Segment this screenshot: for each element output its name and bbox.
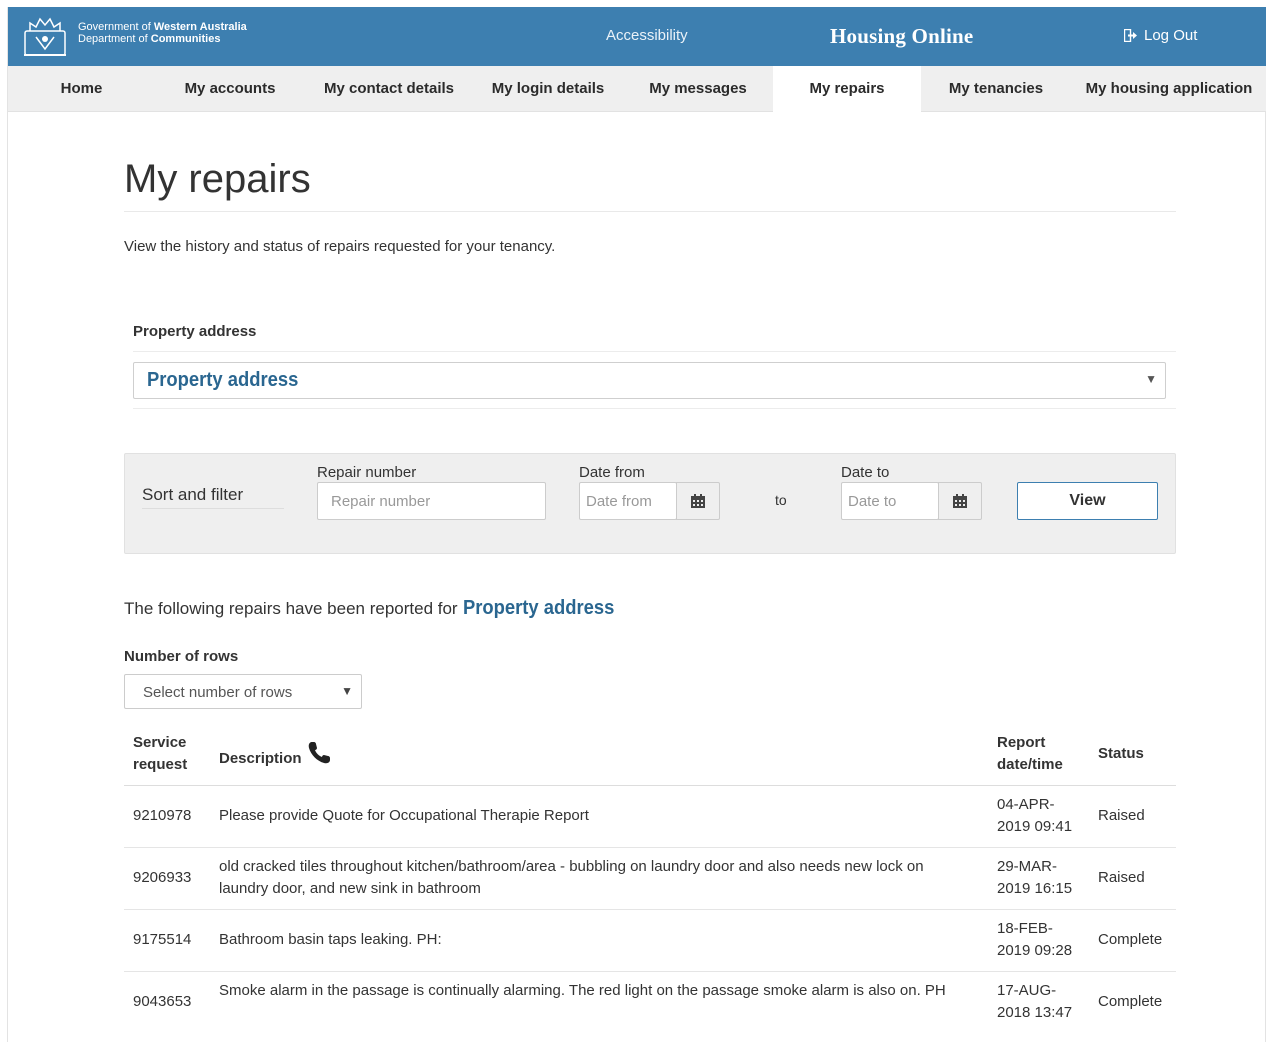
cell-status: Complete xyxy=(1098,993,1163,1010)
gov-line2-bold: Communities xyxy=(150,33,221,45)
cell-date-line2: 2019 09:41 xyxy=(997,818,1073,835)
cell-description-line2: laundry door, and new sink in bathroom xyxy=(219,880,481,897)
col-header-report-line1: Report xyxy=(997,734,1046,751)
main-nav: Home My accounts My contact details My l… xyxy=(8,66,1266,112)
phone-icon xyxy=(308,742,330,764)
col-header-description-label: Description xyxy=(219,750,302,767)
property-address-label: Property address xyxy=(133,323,257,340)
cell-status: Raised xyxy=(1098,807,1145,824)
col-header-status[interactable]: Status xyxy=(1098,743,1144,765)
table-row[interactable]: 9043653 Smoke alarm in the passage is co… xyxy=(124,972,1176,1034)
number-of-rows-selected: Select number of rows xyxy=(143,684,293,701)
table-row[interactable]: 9175514 Bathroom basin taps leaking. PH:… xyxy=(124,910,1176,972)
date-range-to-text: to xyxy=(775,492,787,508)
cell-description-line1: old cracked tiles throughout kitchen/bat… xyxy=(219,858,924,875)
date-to-input[interactable]: Date to xyxy=(841,482,939,520)
cell-date-line1: 04-APR- xyxy=(997,796,1055,813)
col-header-report-line2: date/time xyxy=(997,756,1063,773)
cell-date-line2: 2019 16:15 xyxy=(997,880,1073,897)
nav-item-my-tenancies[interactable]: My tenancies xyxy=(921,66,1071,112)
col-header-description[interactable]: Description xyxy=(219,742,332,770)
cell-description: Please provide Quote for Occupational Th… xyxy=(219,805,589,827)
title-divider xyxy=(124,211,1176,212)
cell-description-line1: Smoke alarm in the passage is continuall… xyxy=(219,982,946,999)
calendar-icon xyxy=(953,494,967,508)
housing-online-brand[interactable]: Housing Online xyxy=(830,24,973,49)
results-property-address: Property address xyxy=(462,597,614,619)
date-from-input[interactable]: Date from xyxy=(579,482,677,520)
gov-line1-prefix: Government of xyxy=(78,21,154,33)
date-from-label: Date from xyxy=(579,464,645,481)
nav-item-my-housing-application[interactable]: My housing application xyxy=(1071,66,1266,112)
gov-line2-prefix: Department of xyxy=(78,33,151,45)
gov-line1-bold: Western Australia xyxy=(153,21,247,33)
table-row[interactable]: 9210978 Please provide Quote for Occupat… xyxy=(124,786,1176,848)
cell-status: Raised xyxy=(1098,869,1145,886)
page-frame: Government of Western Australia Departme… xyxy=(7,7,1266,1042)
nav-item-my-messages[interactable]: My messages xyxy=(623,66,773,112)
top-header: Government of Western Australia Departme… xyxy=(8,7,1266,66)
page-title: My repairs xyxy=(124,157,311,201)
cell-date-line1: 29-MAR- xyxy=(997,858,1058,875)
date-to-calendar-button[interactable] xyxy=(938,482,982,520)
col-header-report-datetime[interactable]: Report date/time xyxy=(997,732,1063,776)
cell-report-datetime: 04-APR- 2019 09:41 xyxy=(997,794,1072,838)
cell-description-line1: Please provide Quote for Occupational Th… xyxy=(219,807,589,824)
accessibility-link[interactable]: Accessibility xyxy=(606,27,688,44)
repair-number-label: Repair number xyxy=(317,464,417,481)
sort-filter-panel: Sort and filter Repair number Repair num… xyxy=(124,453,1176,554)
property-address-selected: Property address xyxy=(147,369,299,391)
table-row[interactable]: 9206933 old cracked tiles throughout kit… xyxy=(124,848,1176,910)
logout-icon xyxy=(1124,29,1137,42)
cell-service-request: 9043653 xyxy=(133,993,192,1010)
cell-service-request: 9175514 xyxy=(133,931,192,948)
cell-date-line2: 2018 13:47 xyxy=(997,1004,1073,1021)
property-divider-bottom xyxy=(133,408,1176,409)
cell-report-datetime: 29-MAR- 2019 16:15 xyxy=(997,856,1072,900)
caret-down-icon: ▼ xyxy=(341,684,353,698)
logout-link[interactable]: Log Out xyxy=(1124,27,1197,44)
sort-filter-title: Sort and filter xyxy=(142,485,244,504)
cell-date-line2: 2019 09:28 xyxy=(997,942,1073,959)
view-button[interactable]: View xyxy=(1017,482,1158,520)
col-header-service-line2: request xyxy=(133,756,188,773)
cell-report-datetime: 17-AUG- 2018 13:47 xyxy=(997,980,1072,1024)
property-address-select[interactable]: Property address ▼ xyxy=(133,362,1166,399)
nav-item-my-repairs[interactable]: My repairs xyxy=(773,66,921,112)
results-intro: The following repairs have been reported… xyxy=(124,597,627,620)
government-text: Government of Western Australia Departme… xyxy=(78,21,247,45)
col-header-service-line1: Service xyxy=(133,734,187,751)
number-of-rows-select[interactable]: Select number of rows ▼ xyxy=(124,674,362,709)
cell-report-datetime: 18-FEB- 2019 09:28 xyxy=(997,918,1072,962)
caret-down-icon: ▼ xyxy=(1145,372,1157,386)
nav-item-my-contact-details[interactable]: My contact details xyxy=(305,66,473,112)
date-from-calendar-button[interactable] xyxy=(676,482,720,520)
col-header-service-request[interactable]: Service request xyxy=(133,732,187,776)
cell-status: Complete xyxy=(1098,931,1163,948)
logout-label: Log Out xyxy=(1144,27,1198,44)
cell-service-request: 9210978 xyxy=(133,807,192,824)
page-intro: View the history and status of repairs r… xyxy=(124,238,556,255)
cell-date-line1: 18-FEB- xyxy=(997,920,1053,937)
sort-filter-divider xyxy=(142,508,284,509)
nav-item-my-accounts[interactable]: My accounts xyxy=(155,66,305,112)
property-divider-top xyxy=(133,351,1176,352)
calendar-icon xyxy=(691,494,705,508)
cell-description-line1: Bathroom basin taps leaking. PH: xyxy=(219,931,442,948)
cell-description: old cracked tiles throughout kitchen/bat… xyxy=(219,856,924,900)
cell-description: Smoke alarm in the passage is continuall… xyxy=(219,980,946,1002)
cell-service-request: 9206933 xyxy=(133,869,192,886)
date-to-label: Date to xyxy=(841,464,890,481)
cell-description: Bathroom basin taps leaking. PH: xyxy=(219,929,442,951)
wa-coat-of-arms-logo[interactable] xyxy=(22,15,68,59)
nav-item-my-login-details[interactable]: My login details xyxy=(473,66,623,112)
repair-number-input[interactable]: Repair number xyxy=(317,482,546,520)
nav-item-home[interactable]: Home xyxy=(8,66,155,112)
cell-date-line1: 17-AUG- xyxy=(997,982,1057,999)
number-of-rows-label: Number of rows xyxy=(124,648,239,665)
results-intro-text: The following repairs have been reported… xyxy=(124,599,458,618)
